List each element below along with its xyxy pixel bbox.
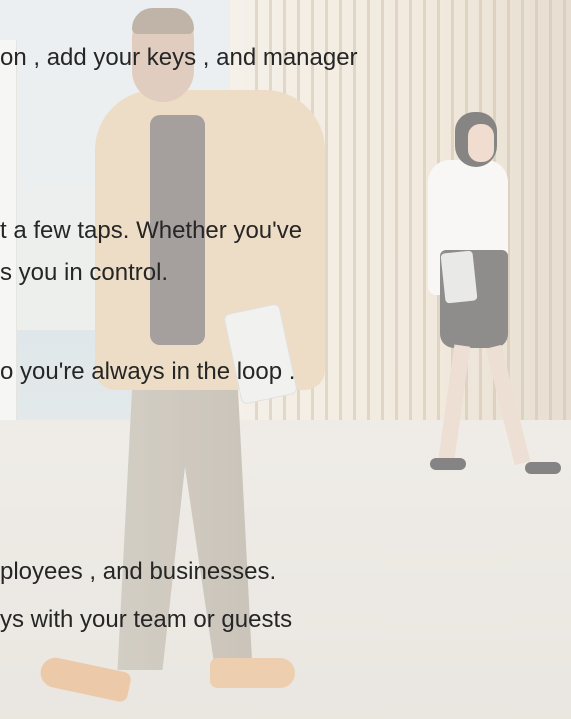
feature-text-line: o you're always in the loop . [0, 358, 296, 385]
feature-text-line: ys with your team or guests [0, 606, 293, 633]
feature-text-line: ployees , and businesses. [0, 558, 277, 585]
feature-text-line: t a few taps. Whether you've [0, 217, 303, 244]
feature-text-line: on , add your keys , and manager [0, 44, 358, 71]
feature-text-line: s you in control. [0, 259, 169, 286]
